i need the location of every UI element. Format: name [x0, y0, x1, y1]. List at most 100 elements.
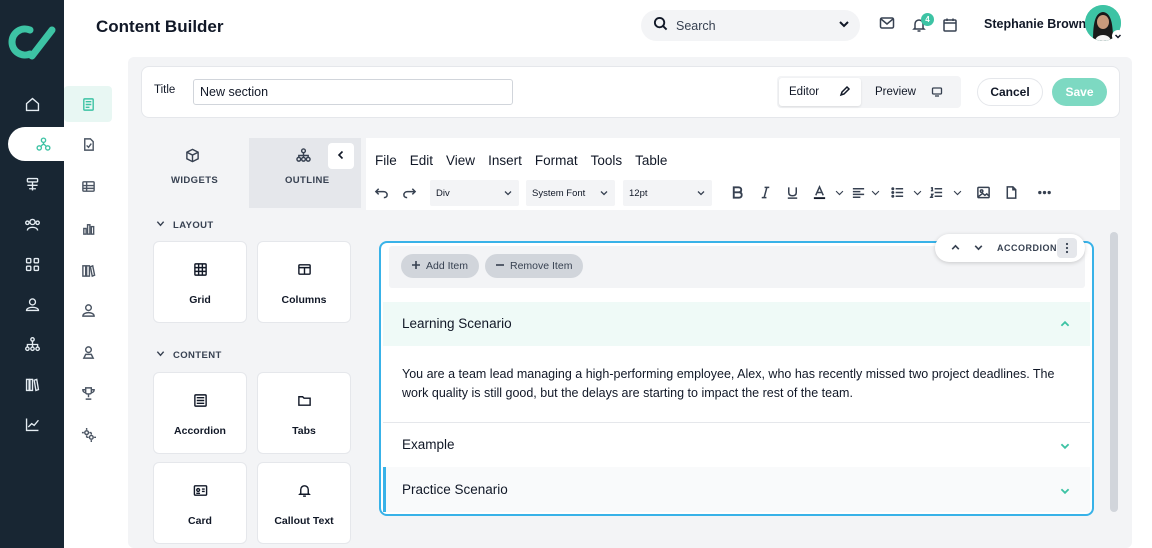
chevron-down-icon[interactable] — [973, 242, 984, 255]
hierarchy-icon[interactable] — [0, 327, 64, 361]
font-family-select[interactable]: System Font — [526, 180, 615, 206]
users-icon[interactable] — [0, 207, 64, 241]
tile-label: Columns — [281, 294, 327, 306]
remove-item-label: Remove Item — [510, 260, 573, 272]
save-button[interactable]: Save — [1052, 78, 1107, 106]
grid-icon[interactable] — [0, 247, 64, 281]
more-options-icon[interactable] — [1057, 238, 1077, 258]
add-item-button[interactable]: Add Item — [401, 254, 480, 278]
page-title: Content Builder — [96, 17, 224, 36]
chart-icon[interactable] — [0, 407, 64, 441]
tab-widgets[interactable]: WIDGETS — [141, 138, 249, 208]
grid-widget-tile[interactable]: Grid — [153, 241, 247, 323]
settings-icon[interactable] — [64, 416, 112, 452]
font-size-select[interactable]: 12pt — [623, 180, 712, 206]
tile-label: Tabs — [292, 425, 316, 437]
editor-scrollbar[interactable] — [1110, 232, 1118, 512]
columns-widget-tile[interactable]: Columns — [257, 241, 351, 323]
align-icon[interactable] — [851, 178, 866, 206]
accordion-block-chip: ACCORDION — [935, 234, 1085, 262]
home-icon[interactable] — [0, 87, 64, 121]
chevron-down-icon[interactable] — [838, 17, 850, 35]
plus-icon — [411, 260, 421, 273]
chevron-down-icon[interactable] — [1059, 484, 1071, 502]
file-icon[interactable] — [64, 126, 112, 162]
image-icon[interactable] — [976, 178, 991, 206]
calendar-icon[interactable] — [942, 17, 960, 35]
chevron-left-icon — [336, 147, 346, 165]
menu-edit[interactable]: Edit — [410, 153, 433, 168]
italic-icon[interactable] — [758, 178, 773, 206]
document-icon[interactable] — [1004, 178, 1019, 206]
editor-mode-button[interactable]: Editor — [779, 78, 861, 106]
chevron-up-icon[interactable] — [950, 242, 961, 255]
brand-logo[interactable] — [8, 22, 58, 62]
chevron-up-icon[interactable] — [1059, 317, 1071, 335]
more-options-icon[interactable] — [1037, 178, 1052, 206]
bar-chart-icon[interactable] — [64, 210, 112, 246]
bold-icon[interactable] — [730, 178, 745, 206]
trophy-icon[interactable] — [64, 375, 112, 411]
chevron-down-icon[interactable] — [1059, 439, 1071, 457]
chevron-down-icon[interactable] — [870, 178, 881, 206]
tile-label: Accordion — [174, 425, 226, 437]
section-nav — [64, 60, 112, 548]
chevron-down-icon[interactable] — [1112, 30, 1124, 42]
accordion-item-title: Practice Scenario — [402, 482, 508, 497]
preview-mode-button[interactable]: Preview — [865, 78, 959, 106]
search-input[interactable]: Search — [676, 19, 838, 33]
layout-heading: LAYOUT — [173, 219, 214, 231]
accordion-item-body[interactable]: You are a team lead managing a high-perf… — [402, 365, 1062, 402]
mail-icon[interactable] — [879, 15, 897, 33]
person-badge-icon[interactable] — [64, 334, 112, 370]
content-heading: CONTENT — [173, 349, 222, 361]
numbered-list-icon[interactable] — [929, 178, 944, 206]
search-bar[interactable]: Search — [641, 10, 860, 41]
accordion-item-title: Example — [402, 437, 455, 452]
accordion-widget-tile[interactable]: Accordion — [153, 372, 247, 454]
stack-icon[interactable] — [0, 167, 64, 201]
menu-tools[interactable]: Tools — [591, 153, 623, 168]
card-widget-tile[interactable]: Card — [153, 462, 247, 544]
library-icon[interactable] — [0, 367, 64, 401]
redo-icon[interactable] — [402, 178, 417, 206]
text-color-icon[interactable] — [812, 178, 827, 206]
columns-icon — [297, 262, 313, 278]
chevron-down-icon — [696, 188, 706, 201]
table-icon[interactable] — [64, 168, 112, 204]
accordion-item-learning-scenario[interactable]: Learning Scenario — [383, 302, 1090, 346]
user-name[interactable]: Stephanie Brown — [984, 17, 1086, 31]
chevron-down-icon[interactable] — [834, 178, 845, 206]
menu-insert[interactable]: Insert — [488, 153, 522, 168]
block-format-select[interactable]: Div — [430, 180, 519, 206]
remove-item-button[interactable]: Remove Item — [485, 254, 584, 278]
tab-outline-label: OUTLINE — [285, 175, 330, 186]
chevron-down-icon[interactable] — [912, 178, 923, 206]
undo-icon[interactable] — [374, 178, 389, 206]
menu-format[interactable]: Format — [535, 153, 578, 168]
bullet-list-icon[interactable] — [890, 178, 905, 206]
tab-widgets-label: WIDGETS — [171, 175, 219, 186]
user-icon[interactable] — [0, 287, 64, 321]
menu-view[interactable]: View — [446, 153, 475, 168]
tabs-widget-tile[interactable]: Tabs — [257, 372, 351, 454]
cancel-button[interactable]: Cancel — [977, 78, 1043, 106]
font-family-value: System Font — [532, 187, 586, 199]
card-icon — [193, 483, 209, 499]
accordion-item-practice-scenario[interactable]: Practice Scenario — [383, 467, 1090, 512]
bell-icon — [297, 483, 313, 499]
menu-table[interactable]: Table — [635, 153, 667, 168]
person-icon[interactable] — [64, 292, 112, 328]
page-icon[interactable] — [64, 86, 112, 122]
tile-label: Card — [188, 515, 212, 527]
layout-section-toggle[interactable]: LAYOUT — [156, 219, 214, 231]
menu-file[interactable]: File — [375, 153, 397, 168]
books-icon[interactable] — [64, 252, 112, 288]
underline-icon[interactable] — [785, 178, 800, 206]
collapse-panel-button[interactable] — [328, 143, 354, 169]
callout-text-widget-tile[interactable]: Callout Text — [257, 462, 351, 544]
title-input[interactable] — [193, 79, 513, 105]
content-section-toggle[interactable]: CONTENT — [156, 349, 222, 361]
accordion-item-example[interactable]: Example — [383, 423, 1090, 467]
chevron-down-icon[interactable] — [952, 178, 963, 206]
